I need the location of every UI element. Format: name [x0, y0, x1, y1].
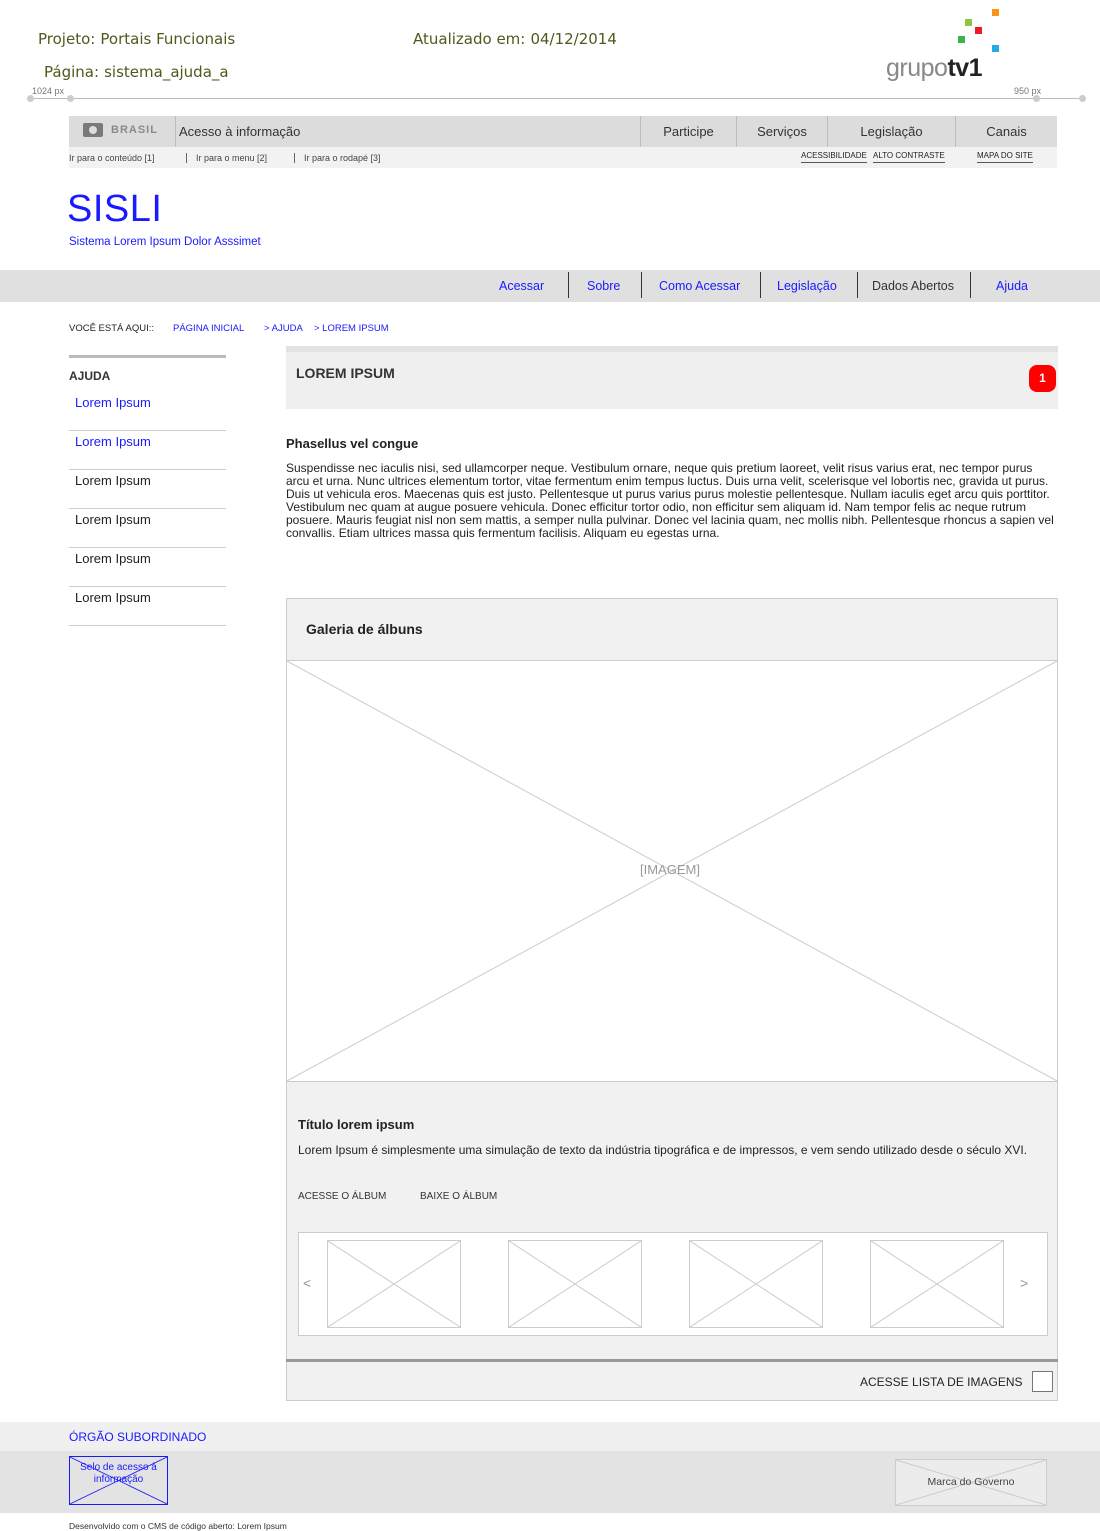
site-subtitle: Sistema Lorem Ipsum Dolor Asssimet: [69, 236, 261, 248]
logo-square-blue: [992, 45, 999, 52]
project-label: Projeto:: [38, 30, 96, 48]
developed-with-text: Desenvolvido com o CMS de código aberto:…: [69, 1521, 287, 1531]
breadcrumb-ajuda[interactable]: > AJUDA: [264, 323, 303, 334]
caption-text: Lorem Ipsum é simplesmente uma simulação…: [298, 1143, 1028, 1157]
selo-acesso-informacao[interactable]: Selo de acesso à informação: [69, 1456, 168, 1505]
nav-divider: [641, 272, 642, 298]
updated-label: Atualizado em:: [413, 30, 526, 48]
content-paragraph: Suspendisse nec iaculis nisi, sed ullamc…: [286, 461, 1054, 541]
logo-square-orange: [992, 9, 999, 16]
carousel-prev-button[interactable]: <: [303, 1275, 311, 1291]
updated-annotation: Atualizado em: 04/12/2014: [413, 29, 617, 48]
width-ruler: [30, 98, 1085, 99]
page-title: LOREM IPSUM: [296, 365, 395, 381]
nav-como-acessar[interactable]: Como Acessar: [659, 279, 740, 293]
image-list-link[interactable]: ACESSE LISTA DE IMAGENS: [860, 1375, 1023, 1389]
image-placeholder-icon: [328, 1241, 460, 1327]
caption-title: Título lorem ipsum: [298, 1117, 415, 1132]
annotation-badge: 1: [1029, 365, 1056, 392]
sidebar-item[interactable]: Lorem Ipsum: [69, 470, 226, 509]
nav-divider: [568, 272, 569, 298]
image-placeholder-label: [IMAGEM]: [640, 862, 700, 877]
breadcrumb-current: > LOREM IPSUM: [314, 323, 389, 334]
selo-label: Selo de acesso à informação: [80, 1462, 157, 1485]
nav-sobre[interactable]: Sobre: [587, 279, 620, 293]
page-label: Página:: [44, 63, 100, 81]
ruler-label-right: 950 px: [1014, 86, 1042, 96]
page-value: sistema_ajuda_a: [104, 63, 229, 81]
logo-square-green: [958, 36, 965, 43]
thumbnail[interactable]: [689, 1240, 823, 1328]
logo-square-red: [975, 27, 982, 34]
ruler-tick-right: [1079, 95, 1086, 102]
gov-barra: BRASIL Acesso à informação Participe Ser…: [69, 116, 1057, 147]
sidebar-title: AJUDA: [69, 369, 111, 383]
gov-nav-servicos[interactable]: Serviços: [737, 124, 827, 139]
nav-legislacao[interactable]: Legislação: [777, 279, 837, 293]
gov-nav-canais[interactable]: Canais: [956, 124, 1057, 139]
content-header: LOREM IPSUM: [286, 346, 1058, 409]
gov-nav-legislacao[interactable]: Legislação: [828, 124, 955, 139]
orgao-subordinado-link[interactable]: ÓRGÃO SUBORDINADO: [69, 1430, 206, 1444]
marca-do-governo[interactable]: Marca do Governo: [895, 1459, 1047, 1506]
mapa-do-site-link[interactable]: MAPA DO SITE: [977, 151, 1033, 163]
image-list-icon[interactable]: [1032, 1371, 1053, 1392]
site-title[interactable]: SISLI: [67, 188, 162, 231]
sidebar-item[interactable]: Lorem Ipsum: [69, 587, 226, 626]
download-album-link[interactable]: BAIXE O ÁLBUM: [420, 1191, 497, 1202]
nav-acessar[interactable]: Acessar: [499, 279, 544, 293]
page-annotation: Página: sistema_ajuda_a: [44, 62, 229, 81]
ruler-label-left: 1024 px: [32, 86, 65, 96]
thumbnail[interactable]: [508, 1240, 642, 1328]
skip-to-content[interactable]: Ir para o conteúdo [1]: [69, 153, 155, 163]
thumbnail[interactable]: [870, 1240, 1004, 1328]
access-album-link[interactable]: ACESSE O ÁLBUM: [298, 1191, 386, 1202]
divider: [175, 116, 176, 147]
content-heading: Phasellus vel congue: [286, 436, 419, 451]
image-placeholder-icon: [690, 1241, 822, 1327]
sidebar-top-rule: [69, 355, 226, 358]
sidebar-item[interactable]: Lorem Ipsum: [69, 509, 226, 548]
nav-divider: [760, 272, 761, 298]
gallery-title: Galeria de álbuns: [306, 621, 423, 637]
project-annotation: Projeto: Portais Funcionais: [38, 29, 235, 48]
ruler-tick-left: [27, 95, 34, 102]
ruler-tick-right-inner: [1033, 95, 1040, 102]
acesso-informacao-link[interactable]: Acesso à informação: [179, 124, 300, 139]
brasil-link[interactable]: BRASIL: [83, 123, 158, 137]
project-value: Portais Funcionais: [100, 30, 236, 48]
logo-square-lightgreen: [965, 19, 972, 26]
ruler-tick-left-inner: [67, 95, 74, 102]
nav-divider: [857, 272, 858, 298]
acessibilidade-link[interactable]: ACESSIBILIDADE: [801, 151, 867, 163]
alto-contraste-link[interactable]: ALTO CONTRASTE: [873, 151, 945, 163]
brasil-flag-icon: [83, 123, 103, 137]
image-placeholder-icon: [871, 1241, 1003, 1327]
nav-divider: [970, 272, 971, 298]
gov-nav-participe[interactable]: Participe: [641, 124, 736, 139]
breadcrumb-home[interactable]: PÁGINA INICIAL: [173, 323, 244, 334]
sidebar-item[interactable]: Lorem Ipsum: [69, 392, 226, 431]
breadcrumb-label: VOCÊ ESTÁ AQUI::: [69, 323, 154, 334]
skip-to-footer[interactable]: Ir para o rodapé [3]: [294, 153, 381, 163]
thumbnail[interactable]: [327, 1240, 461, 1328]
gallery-footer-rule: [286, 1359, 1058, 1362]
sidebar-item[interactable]: Lorem Ipsum: [69, 548, 226, 587]
sidebar-item[interactable]: Lorem Ipsum: [69, 431, 226, 470]
logo-text: grupotv1: [886, 54, 983, 82]
nav-dados-abertos[interactable]: Dados Abertos: [872, 279, 954, 293]
updated-value: 04/12/2014: [530, 30, 617, 48]
skip-to-menu[interactable]: Ir para o menu [2]: [186, 153, 267, 163]
nav-ajuda[interactable]: Ajuda: [996, 279, 1028, 293]
image-placeholder-icon: [509, 1241, 641, 1327]
marca-label: Marca do Governo: [927, 1476, 1015, 1488]
carousel-next-button[interactable]: >: [1020, 1275, 1028, 1291]
